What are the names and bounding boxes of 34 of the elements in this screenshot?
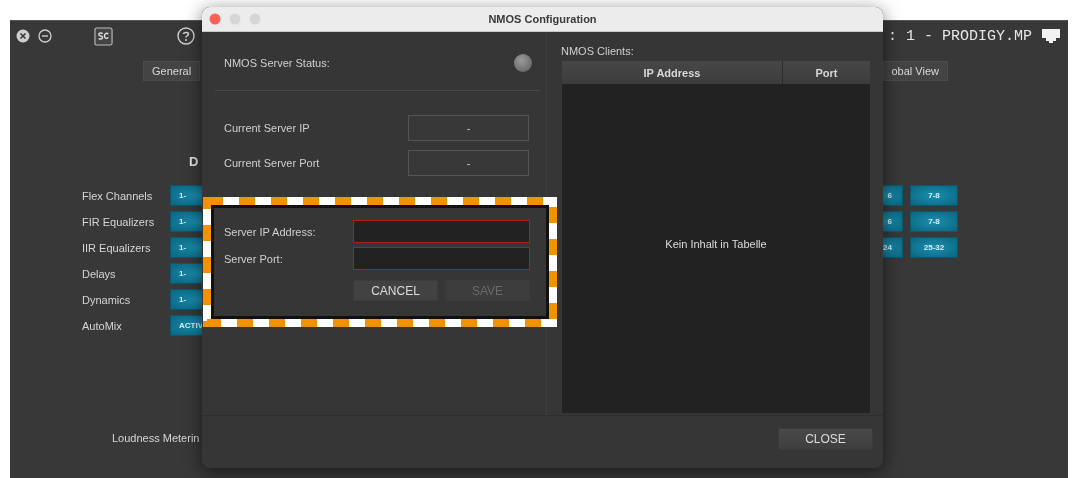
status-label: NMOS Server Status: xyxy=(224,57,330,69)
field-label: Current Server IP xyxy=(224,122,310,134)
close-icon[interactable] xyxy=(16,29,30,43)
device-title: : 1 - PRODIGY.MP xyxy=(887,27,1032,45)
row-label: Delays xyxy=(82,267,117,280)
row-label: Dynamics xyxy=(82,293,132,306)
column-header[interactable]: Port xyxy=(783,61,870,84)
clients-label: NMOS Clients: xyxy=(561,45,635,59)
close-button[interactable]: CLOSE xyxy=(778,428,873,450)
minimize-icon[interactable] xyxy=(38,29,52,43)
window-title: NMOS Configuration xyxy=(488,13,597,25)
logo-icon[interactable] xyxy=(94,26,113,46)
channel-button[interactable]: 25-32 xyxy=(910,237,958,258)
view-button[interactable]: obal View xyxy=(882,61,948,81)
empty-table-text: Kein Inhalt in Tabelle xyxy=(665,237,767,250)
value-field: - xyxy=(408,150,529,176)
channel-button[interactable]: 7-8 xyxy=(910,211,958,232)
channel-button[interactable]: 7-8 xyxy=(910,185,958,206)
help-icon[interactable] xyxy=(177,27,195,45)
field-label: Current Server Port xyxy=(224,157,320,169)
value-field: - xyxy=(408,115,529,141)
row-label: FIR Equalizers xyxy=(82,215,156,228)
row-label: IIR Equalizers xyxy=(82,241,152,254)
window-controls-icon[interactable] xyxy=(209,13,261,25)
network-port-icon[interactable] xyxy=(1042,29,1060,43)
input-field[interactable] xyxy=(353,220,530,243)
row-label: AutoMix xyxy=(82,319,123,332)
loudness-label: Loudness Meterin xyxy=(112,432,200,444)
view-button[interactable]: General xyxy=(143,61,201,81)
row-label: Flex Channels xyxy=(82,189,154,202)
input-field[interactable] xyxy=(353,247,530,270)
column-header[interactable]: IP Address xyxy=(562,61,783,84)
dialog-button[interactable]: CANCEL xyxy=(353,280,438,301)
section-heading: D xyxy=(189,154,199,171)
